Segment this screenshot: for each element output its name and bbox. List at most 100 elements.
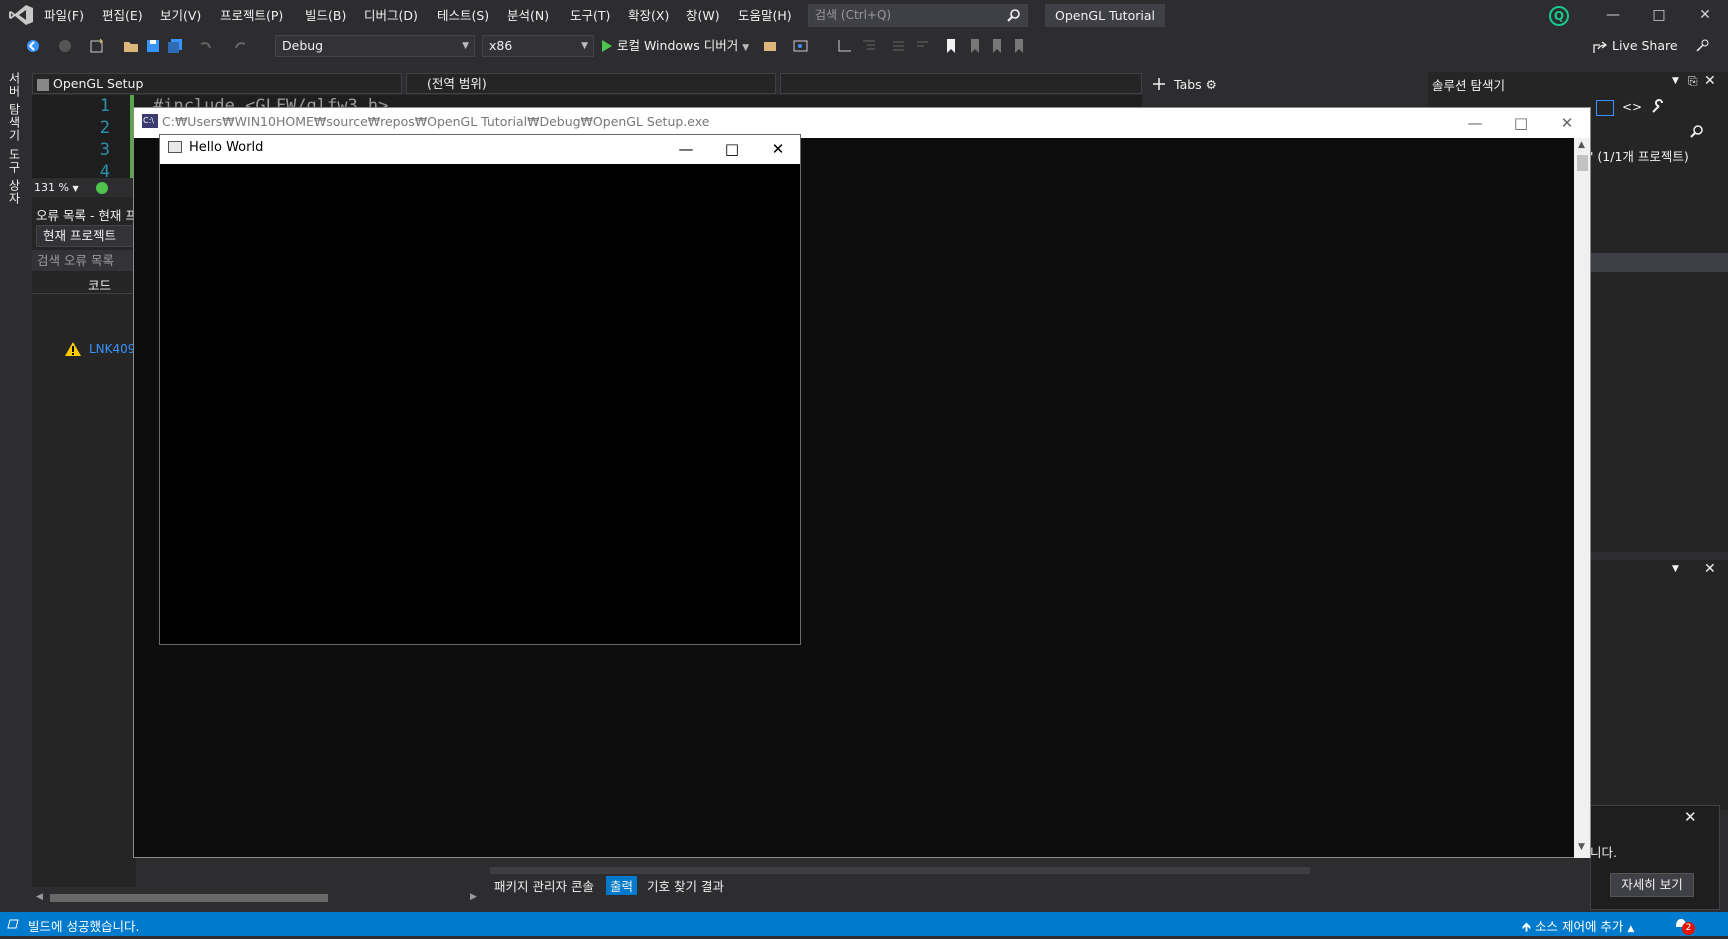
search-icon[interactable] (1690, 124, 1704, 138)
details-button[interactable]: 자세히 보기 (1610, 873, 1694, 897)
console-maximize-icon[interactable]: □ (1498, 108, 1544, 138)
notification-close-icon[interactable]: ✕ (1684, 808, 1697, 826)
undo-icon[interactable] (196, 37, 214, 55)
menu-item-1[interactable]: 편집(E) (102, 0, 143, 31)
panel-close-icon[interactable]: ✕ (1704, 73, 1716, 89)
scroll-left-icon[interactable]: ◀ (36, 892, 43, 902)
console-minimize-icon[interactable]: — (1452, 108, 1498, 138)
code-view-icon[interactable]: <> (1622, 100, 1642, 114)
panel-menu-icon[interactable]: ▼ (1672, 564, 1679, 574)
menu-item-4[interactable]: 빌드(B) (305, 0, 346, 31)
menu-item-8[interactable]: 도구(T) (570, 0, 610, 31)
source-control-label: 소스 제어에 추가 (1534, 919, 1624, 934)
status-message: 빌드에 성공했습니다. (28, 919, 140, 934)
error-scope-select[interactable]: 현재 프로젝트 (36, 225, 134, 247)
wrench-icon[interactable] (1650, 99, 1666, 115)
line-number: 2 (99, 118, 110, 138)
new-project-icon[interactable] (88, 37, 106, 55)
minimize-icon[interactable]: — (1590, 0, 1636, 31)
feedback-icon[interactable] (1694, 37, 1712, 55)
panel-close-icon[interactable]: ✕ (1704, 561, 1716, 577)
menu-item-11[interactable]: 도움말(H) (738, 0, 792, 31)
project-combo[interactable]: OpenGL Setup (32, 73, 402, 94)
warning-code-link[interactable]: LNK409 (89, 342, 135, 356)
start-debugging-button[interactable]: 로컬 Windows 디버거 ▼ (617, 35, 749, 57)
search-input[interactable]: 검색 (Ctrl+Q) (808, 4, 1028, 27)
configuration-select[interactable]: Debug ▼ (275, 35, 475, 57)
search-icon[interactable] (1007, 8, 1021, 22)
menu-item-7[interactable]: 분석(N) (507, 0, 549, 31)
tab-output[interactable]: 출력 (606, 876, 638, 895)
sync-icon[interactable] (1596, 100, 1614, 116)
project-combo-label: OpenGL Setup (53, 76, 144, 91)
gear-icon[interactable]: ⚙ (1206, 77, 1217, 92)
member-combo[interactable] (780, 73, 1142, 94)
open-folder-icon[interactable] (122, 37, 140, 55)
live-share-label: Live Share (1611, 38, 1678, 53)
step-icon[interactable] (836, 37, 854, 55)
tab-toolbox[interactable]: 도구 상자 (6, 148, 23, 205)
chevron-down-icon: ▼ (72, 184, 79, 193)
menu-item-5[interactable]: 디버그(D) (364, 0, 418, 31)
solution-explorer-title: 솔루션 탐색기 (1432, 78, 1505, 93)
error-list-title: 오류 목록 - 현재 프 (36, 208, 137, 223)
hello-minimize-icon[interactable]: — (663, 135, 709, 164)
forward-icon[interactable] (56, 37, 74, 55)
live-share-button[interactable]: Live Share (1592, 35, 1678, 57)
tab-find-symbol-results[interactable]: 기호 찾기 결과 (647, 876, 724, 895)
maximize-icon[interactable]: □ (1636, 0, 1682, 31)
menu-item-0[interactable]: 파일(F) (44, 0, 84, 31)
bookmark-icon[interactable] (942, 37, 960, 55)
hello-maximize-icon[interactable]: □ (709, 135, 755, 164)
platform-select[interactable]: x86 ▼ (482, 35, 594, 57)
share-icon (1592, 39, 1608, 55)
play-icon[interactable] (601, 39, 613, 53)
panel-menu-icon[interactable]: ▼ (1672, 76, 1679, 86)
menu-item-9[interactable]: 확장(X) (628, 0, 669, 31)
scroll-down-icon[interactable]: ▼ (1578, 842, 1585, 852)
selected-node[interactable] (1590, 253, 1728, 272)
comment-icon (890, 37, 908, 55)
visual-studio-logo-icon[interactable] (8, 4, 34, 26)
save-icon[interactable] (144, 37, 162, 55)
indent-icon (860, 37, 878, 55)
line-number: 3 (99, 140, 110, 160)
chevron-down-icon: ▼ (742, 43, 750, 53)
project-icon (37, 78, 49, 91)
platform-value: x86 (489, 38, 513, 53)
scrollbar-thumb[interactable] (50, 894, 328, 902)
redo-icon[interactable] (232, 37, 250, 55)
hello-close-icon[interactable]: ✕ (755, 135, 801, 164)
save-all-icon[interactable] (166, 37, 184, 55)
menu-item-6[interactable]: 테스트(S) (437, 0, 489, 31)
tabs-pin-icon[interactable] (1152, 77, 1166, 91)
console-close-icon[interactable]: ✕ (1544, 108, 1590, 138)
screenshot-icon[interactable] (792, 37, 810, 55)
scroll-right-icon[interactable]: ▶ (470, 892, 477, 902)
window-app-icon (168, 141, 182, 153)
tab-package-manager-console[interactable]: 패키지 관리자 콘솔 (494, 876, 594, 895)
console-title: C:₩Users₩WIN10HOME₩source₩repos₩OpenGL T… (162, 114, 710, 129)
console-vertical-scrollbar[interactable] (1574, 138, 1590, 858)
menu-item-3[interactable]: 프로젝트(P) (220, 0, 283, 31)
tab-server-explorer[interactable]: 서버 탐색기 (6, 72, 23, 142)
scope-combo[interactable]: (전역 범위) (406, 73, 776, 94)
avatar[interactable]: Q (1549, 6, 1569, 26)
error-search-input[interactable]: 검색 오류 목록 (32, 250, 136, 271)
menu-item-10[interactable]: 창(W) (686, 0, 720, 31)
scope-combo-label: (전역 범위) (427, 76, 487, 91)
hello-world-window[interactable] (159, 134, 801, 645)
notification-text: 니다. (1590, 845, 1617, 860)
code-column-header[interactable]: 코드 (88, 275, 111, 294)
solution-node[interactable]: ' (1/1개 프로젝트) (1590, 146, 1689, 165)
menu-item-2[interactable]: 보기(V) (160, 0, 201, 31)
solution-title: OpenGL Tutorial (1045, 4, 1165, 27)
attach-process-icon[interactable] (761, 37, 779, 55)
chevron-up-icon: ▲ (1627, 924, 1635, 934)
scroll-up-icon[interactable]: ▲ (1578, 140, 1585, 150)
console-scroll-thumb[interactable] (1577, 155, 1588, 171)
pin-icon[interactable]: ⎘ (1688, 74, 1698, 89)
zoom-level[interactable]: 131 % ▼ (32, 179, 132, 196)
back-icon[interactable] (24, 37, 42, 55)
close-icon[interactable]: ✕ (1682, 0, 1728, 31)
